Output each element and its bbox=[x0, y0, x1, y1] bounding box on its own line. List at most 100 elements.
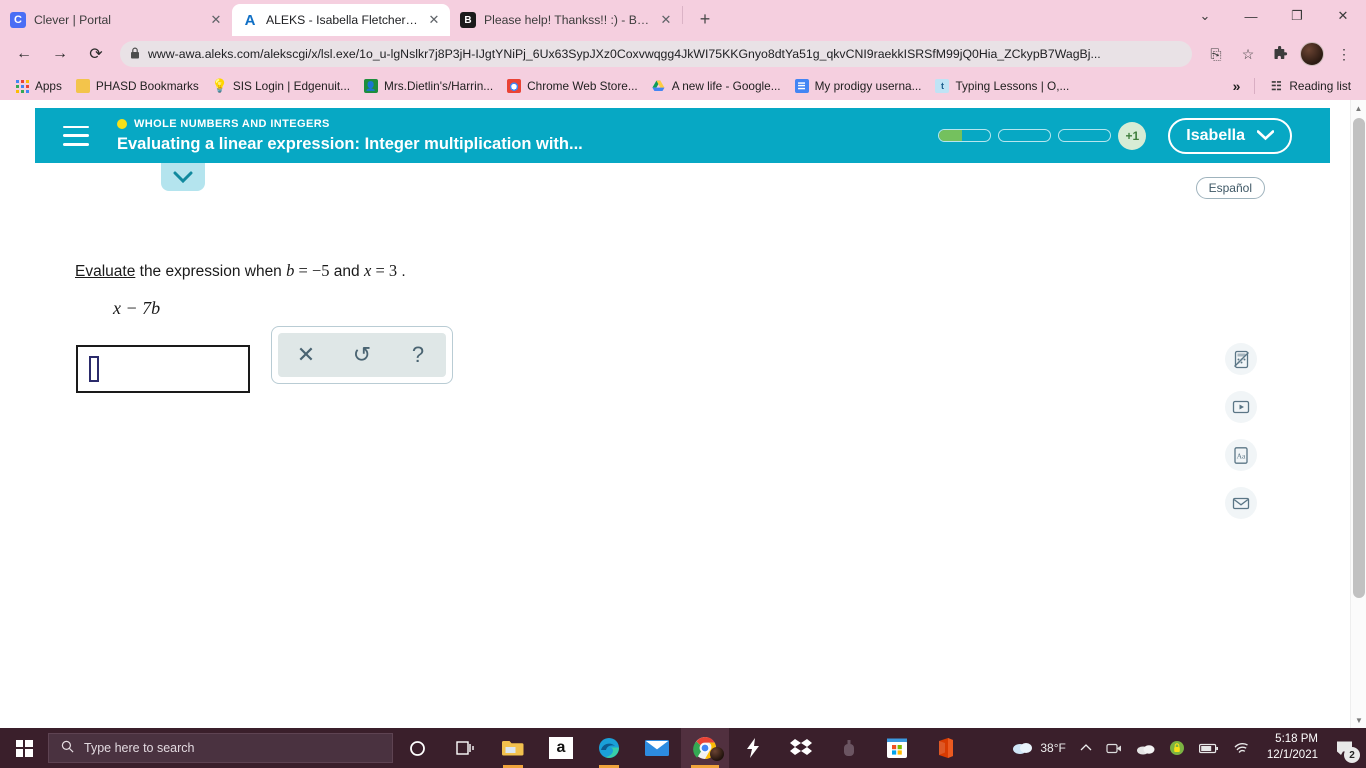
bookmarks-bar: Apps PHASD Bookmarks 💡 SIS Login | Edgen… bbox=[0, 72, 1366, 100]
system-tray: 38°F 5:18 PM 12/1/2021 2 bbox=[1005, 728, 1366, 768]
question-text: Evaluate the expression when b = −5 and … bbox=[75, 261, 406, 281]
bookmark-typing-lessons[interactable]: t Typing Lessons | O,... bbox=[928, 77, 1076, 95]
bookmarks-overflow-button[interactable]: » bbox=[1226, 76, 1248, 96]
dictionary-icon[interactable]: Aa bbox=[1225, 439, 1257, 471]
aleks-icon: A bbox=[244, 11, 256, 29]
task-view-icon[interactable] bbox=[441, 728, 489, 768]
bookmark-label: PHASD Bookmarks bbox=[95, 79, 199, 93]
bookmark-prodigy[interactable]: ☰ My prodigy userna... bbox=[788, 77, 929, 95]
office-icon[interactable] bbox=[921, 728, 969, 768]
equals-1: = bbox=[294, 261, 312, 280]
tab-close-icon[interactable]: ✕ bbox=[208, 12, 224, 28]
tab-search-icon[interactable]: ⌄ bbox=[1182, 0, 1228, 32]
video-icon[interactable] bbox=[1225, 391, 1257, 423]
bookmark-label: SIS Login | Edgenuit... bbox=[232, 79, 351, 93]
forward-icon[interactable]: → bbox=[46, 40, 74, 68]
close-window-icon[interactable]: ✕ bbox=[1320, 0, 1366, 32]
expression-text: x − 7b bbox=[113, 298, 161, 318]
start-button[interactable] bbox=[0, 728, 48, 768]
browser-tab-brainly[interactable]: B Please help! Thankss!! :) - Brainly ✕ bbox=[450, 4, 682, 36]
equals-2: = bbox=[371, 261, 389, 280]
camera-icon[interactable] bbox=[1099, 728, 1129, 768]
cortana-icon[interactable] bbox=[393, 728, 441, 768]
security-icon[interactable] bbox=[1162, 728, 1192, 768]
bookmark-apps[interactable]: Apps bbox=[8, 77, 69, 95]
contacts-icon: 👤 bbox=[364, 79, 379, 93]
mail-icon[interactable] bbox=[633, 728, 681, 768]
dropbox-icon[interactable] bbox=[777, 728, 825, 768]
user-name: Isabella bbox=[1186, 126, 1245, 144]
scroll-down-icon[interactable]: ▼ bbox=[1351, 712, 1366, 728]
answer-input[interactable] bbox=[76, 345, 250, 393]
share-icon[interactable]: ⎘ bbox=[1203, 41, 1229, 67]
weather-widget[interactable]: 38°F bbox=[1005, 728, 1072, 768]
scroll-up-icon[interactable]: ▲ bbox=[1351, 100, 1366, 116]
address-bar[interactable]: www-awa.aleks.com/alekscgi/x/lsl.exe/1o_… bbox=[120, 41, 1192, 67]
reload-icon[interactable]: ⟳ bbox=[82, 40, 110, 68]
math-toolbar: ✕ ↺ ? bbox=[271, 326, 453, 384]
bookmark-sis-login[interactable]: 💡 SIS Login | Edgenuit... bbox=[206, 77, 357, 95]
bookmark-star-icon[interactable]: ☆ bbox=[1235, 41, 1261, 67]
clear-answer-icon[interactable]: ✕ bbox=[283, 335, 329, 375]
tool-rail: Aa bbox=[1225, 343, 1257, 519]
grey-app-icon[interactable] bbox=[825, 728, 873, 768]
bookmark-phasd[interactable]: PHASD Bookmarks bbox=[69, 77, 206, 95]
scrollbar-thumb[interactable] bbox=[1353, 118, 1365, 598]
onedrive-icon[interactable] bbox=[1129, 728, 1162, 768]
calculator-disabled-icon[interactable] bbox=[1225, 343, 1257, 375]
chrome-menu-icon[interactable]: ⋮ bbox=[1331, 41, 1357, 67]
chrome-profile-badge bbox=[710, 747, 724, 761]
edge-icon[interactable] bbox=[585, 728, 633, 768]
progress-bar-3 bbox=[1058, 129, 1112, 142]
window-controls: ⌄ — ❐ ✕ bbox=[1182, 0, 1366, 32]
snagit-icon[interactable] bbox=[729, 728, 777, 768]
value-b: −5 bbox=[311, 261, 330, 280]
question-part-2: and bbox=[329, 263, 364, 280]
show-hidden-icons-button[interactable] bbox=[1073, 728, 1099, 768]
tab-close-icon[interactable]: ✕ bbox=[658, 12, 674, 28]
help-icon[interactable]: ? bbox=[395, 335, 441, 375]
tab-close-icon[interactable]: ✕ bbox=[426, 12, 442, 28]
user-menu-button[interactable]: Isabella bbox=[1168, 117, 1292, 154]
message-icon[interactable] bbox=[1225, 487, 1257, 519]
browser-tab-strip: C Clever | Portal ✕ A ALEKS - Isabella F… bbox=[0, 0, 1366, 36]
back-icon[interactable]: ← bbox=[10, 40, 38, 68]
browser-tab-clever[interactable]: C Clever | Portal ✕ bbox=[0, 4, 232, 36]
page-viewport: WHOLE NUMBERS AND INTEGERS Evaluating a … bbox=[0, 100, 1366, 768]
hamburger-icon[interactable] bbox=[63, 125, 89, 146]
math-cursor bbox=[88, 356, 100, 382]
bookmark-dietlin[interactable]: 👤 Mrs.Dietlin's/Harrin... bbox=[357, 77, 500, 95]
chrome-icon bbox=[507, 79, 522, 93]
file-explorer-icon[interactable] bbox=[489, 728, 537, 768]
evaluate-link[interactable]: Evaluate bbox=[75, 263, 135, 280]
reading-list-button[interactable]: ☷ Reading list bbox=[1262, 77, 1358, 95]
microsoft-store-icon[interactable] bbox=[873, 728, 921, 768]
bookmark-label: Mrs.Dietlin's/Harrin... bbox=[384, 79, 494, 93]
wifi-icon[interactable] bbox=[1226, 728, 1257, 768]
bulb-icon: 💡 bbox=[211, 78, 228, 93]
bookmark-chrome-web-store[interactable]: Chrome Web Store... bbox=[500, 77, 645, 95]
espanol-button[interactable]: Español bbox=[1195, 177, 1265, 199]
clock-time: 5:18 PM bbox=[1275, 733, 1318, 746]
bookmark-a-new-life[interactable]: A new life - Google... bbox=[645, 77, 788, 95]
undo-icon[interactable]: ↺ bbox=[339, 335, 385, 375]
browser-tab-aleks[interactable]: A ALEKS - Isabella Fletcher - Learn ✕ bbox=[232, 4, 450, 36]
extensions-icon[interactable] bbox=[1267, 41, 1293, 67]
new-tab-button[interactable]: + bbox=[691, 5, 719, 33]
battery-icon[interactable] bbox=[1192, 728, 1226, 768]
drive-icon bbox=[652, 79, 666, 93]
action-center-icon[interactable]: 2 bbox=[1328, 728, 1362, 768]
profile-avatar[interactable] bbox=[1300, 42, 1324, 66]
amazon-icon[interactable]: a bbox=[537, 728, 585, 768]
chrome-icon[interactable] bbox=[681, 728, 729, 768]
minimize-icon[interactable]: — bbox=[1228, 0, 1274, 32]
reading-list-label: Reading list bbox=[1289, 79, 1351, 93]
collapse-panel-button[interactable] bbox=[161, 163, 205, 191]
taskbar-clock[interactable]: 5:18 PM 12/1/2021 bbox=[1257, 728, 1328, 768]
page-scrollbar[interactable]: ▲ ▼ bbox=[1350, 100, 1366, 728]
topic-dot-icon bbox=[117, 118, 127, 129]
clock-date: 12/1/2021 bbox=[1266, 749, 1318, 761]
taskbar-search-box[interactable]: Type here to search bbox=[48, 733, 393, 763]
maximize-icon[interactable]: ❐ bbox=[1274, 0, 1320, 32]
overflow-chevron-icon: » bbox=[1232, 78, 1241, 94]
